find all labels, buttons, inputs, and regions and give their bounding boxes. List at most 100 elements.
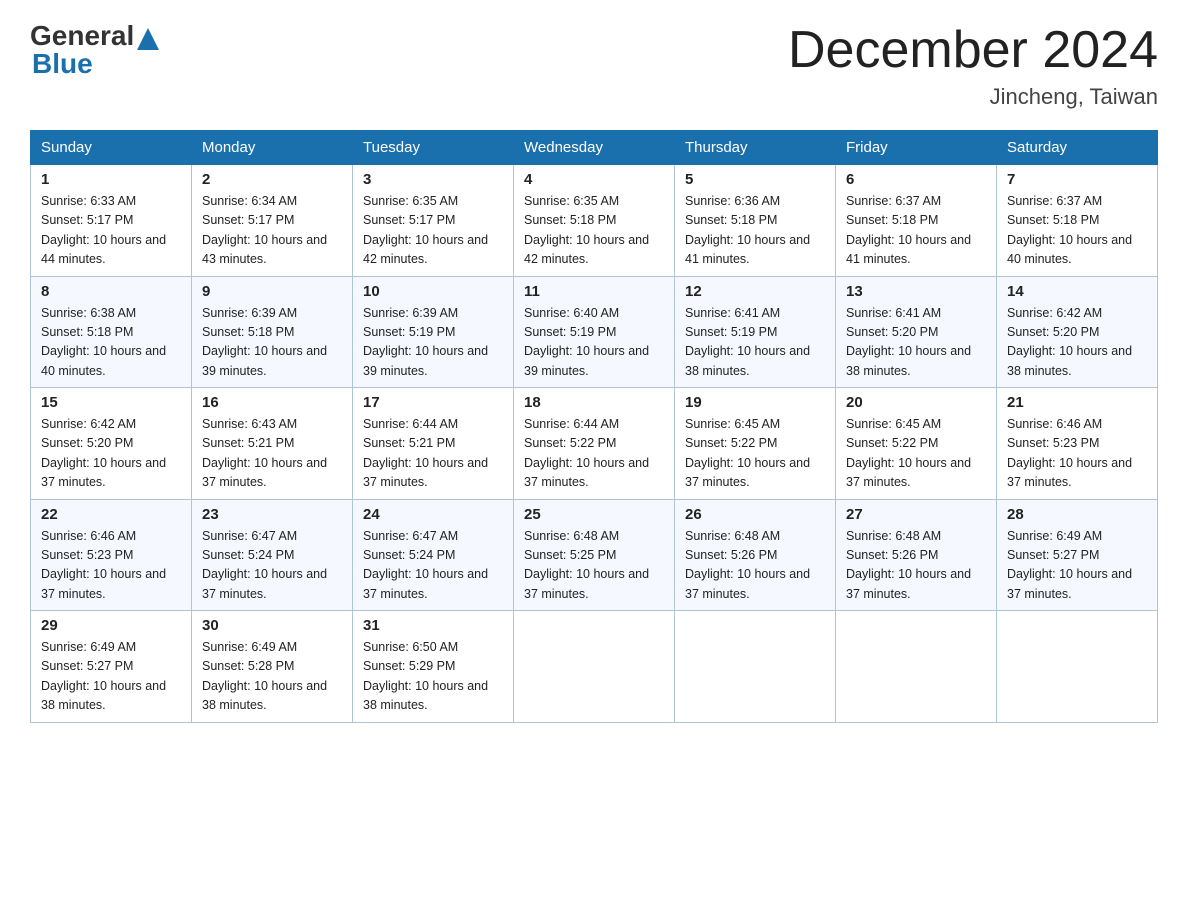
day-info: Sunrise: 6:37 AMSunset: 5:18 PMDaylight:… [1007, 192, 1147, 270]
day-info: Sunrise: 6:33 AMSunset: 5:17 PMDaylight:… [41, 192, 181, 270]
weekday-header-monday: Monday [192, 131, 353, 165]
day-info: Sunrise: 6:41 AMSunset: 5:19 PMDaylight:… [685, 304, 825, 382]
day-info: Sunrise: 6:38 AMSunset: 5:18 PMDaylight:… [41, 304, 181, 382]
day-info: Sunrise: 6:40 AMSunset: 5:19 PMDaylight:… [524, 304, 664, 382]
calendar-cell: 1 Sunrise: 6:33 AMSunset: 5:17 PMDayligh… [31, 165, 192, 277]
calendar-cell: 23 Sunrise: 6:47 AMSunset: 5:24 PMDaylig… [192, 499, 353, 611]
day-number: 26 [685, 506, 825, 523]
calendar-cell: 25 Sunrise: 6:48 AMSunset: 5:25 PMDaylig… [514, 499, 675, 611]
calendar-week-3: 15 Sunrise: 6:42 AMSunset: 5:20 PMDaylig… [31, 388, 1158, 500]
calendar-cell: 22 Sunrise: 6:46 AMSunset: 5:23 PMDaylig… [31, 499, 192, 611]
weekday-header-friday: Friday [836, 131, 997, 165]
day-number: 29 [41, 617, 181, 634]
day-info: Sunrise: 6:35 AMSunset: 5:17 PMDaylight:… [363, 192, 503, 270]
calendar-cell: 14 Sunrise: 6:42 AMSunset: 5:20 PMDaylig… [997, 276, 1158, 388]
day-number: 4 [524, 171, 664, 188]
day-info: Sunrise: 6:45 AMSunset: 5:22 PMDaylight:… [846, 415, 986, 493]
calendar-week-4: 22 Sunrise: 6:46 AMSunset: 5:23 PMDaylig… [31, 499, 1158, 611]
day-number: 24 [363, 506, 503, 523]
calendar-cell: 19 Sunrise: 6:45 AMSunset: 5:22 PMDaylig… [675, 388, 836, 500]
calendar-cell: 17 Sunrise: 6:44 AMSunset: 5:21 PMDaylig… [353, 388, 514, 500]
day-number: 13 [846, 283, 986, 300]
day-info: Sunrise: 6:46 AMSunset: 5:23 PMDaylight:… [1007, 415, 1147, 493]
day-info: Sunrise: 6:48 AMSunset: 5:26 PMDaylight:… [846, 527, 986, 605]
day-number: 7 [1007, 171, 1147, 188]
calendar-cell: 31 Sunrise: 6:50 AMSunset: 5:29 PMDaylig… [353, 611, 514, 723]
calendar-header: SundayMondayTuesdayWednesdayThursdayFrid… [31, 131, 1158, 165]
day-number: 14 [1007, 283, 1147, 300]
day-number: 8 [41, 283, 181, 300]
weekday-header-wednesday: Wednesday [514, 131, 675, 165]
day-number: 10 [363, 283, 503, 300]
day-number: 3 [363, 171, 503, 188]
day-info: Sunrise: 6:43 AMSunset: 5:21 PMDaylight:… [202, 415, 342, 493]
calendar-cell: 5 Sunrise: 6:36 AMSunset: 5:18 PMDayligh… [675, 165, 836, 277]
calendar-cell: 20 Sunrise: 6:45 AMSunset: 5:22 PMDaylig… [836, 388, 997, 500]
calendar-cell: 8 Sunrise: 6:38 AMSunset: 5:18 PMDayligh… [31, 276, 192, 388]
day-number: 6 [846, 171, 986, 188]
day-info: Sunrise: 6:47 AMSunset: 5:24 PMDaylight:… [202, 527, 342, 605]
day-info: Sunrise: 6:47 AMSunset: 5:24 PMDaylight:… [363, 527, 503, 605]
day-number: 12 [685, 283, 825, 300]
calendar-cell [675, 611, 836, 723]
calendar-cell: 3 Sunrise: 6:35 AMSunset: 5:17 PMDayligh… [353, 165, 514, 277]
day-info: Sunrise: 6:35 AMSunset: 5:18 PMDaylight:… [524, 192, 664, 270]
weekday-header-saturday: Saturday [997, 131, 1158, 165]
day-info: Sunrise: 6:49 AMSunset: 5:28 PMDaylight:… [202, 638, 342, 716]
day-info: Sunrise: 6:48 AMSunset: 5:26 PMDaylight:… [685, 527, 825, 605]
day-number: 11 [524, 283, 664, 300]
day-info: Sunrise: 6:48 AMSunset: 5:25 PMDaylight:… [524, 527, 664, 605]
day-number: 17 [363, 394, 503, 411]
weekday-header-thursday: Thursday [675, 131, 836, 165]
calendar-week-1: 1 Sunrise: 6:33 AMSunset: 5:17 PMDayligh… [31, 165, 1158, 277]
day-number: 23 [202, 506, 342, 523]
day-number: 18 [524, 394, 664, 411]
calendar-cell: 13 Sunrise: 6:41 AMSunset: 5:20 PMDaylig… [836, 276, 997, 388]
day-number: 28 [1007, 506, 1147, 523]
calendar-cell: 2 Sunrise: 6:34 AMSunset: 5:17 PMDayligh… [192, 165, 353, 277]
calendar-cell: 24 Sunrise: 6:47 AMSunset: 5:24 PMDaylig… [353, 499, 514, 611]
calendar-cell: 11 Sunrise: 6:40 AMSunset: 5:19 PMDaylig… [514, 276, 675, 388]
day-info: Sunrise: 6:44 AMSunset: 5:22 PMDaylight:… [524, 415, 664, 493]
day-info: Sunrise: 6:44 AMSunset: 5:21 PMDaylight:… [363, 415, 503, 493]
calendar-cell: 28 Sunrise: 6:49 AMSunset: 5:27 PMDaylig… [997, 499, 1158, 611]
calendar-cell: 12 Sunrise: 6:41 AMSunset: 5:19 PMDaylig… [675, 276, 836, 388]
calendar-cell: 6 Sunrise: 6:37 AMSunset: 5:18 PMDayligh… [836, 165, 997, 277]
day-info: Sunrise: 6:49 AMSunset: 5:27 PMDaylight:… [41, 638, 181, 716]
day-number: 20 [846, 394, 986, 411]
weekday-header-tuesday: Tuesday [353, 131, 514, 165]
calendar-body: 1 Sunrise: 6:33 AMSunset: 5:17 PMDayligh… [31, 165, 1158, 723]
calendar-cell: 10 Sunrise: 6:39 AMSunset: 5:19 PMDaylig… [353, 276, 514, 388]
calendar-cell: 4 Sunrise: 6:35 AMSunset: 5:18 PMDayligh… [514, 165, 675, 277]
day-number: 22 [41, 506, 181, 523]
day-info: Sunrise: 6:37 AMSunset: 5:18 PMDaylight:… [846, 192, 986, 270]
logo-blue-text: Blue [32, 48, 159, 80]
calendar-week-5: 29 Sunrise: 6:49 AMSunset: 5:27 PMDaylig… [31, 611, 1158, 723]
calendar-cell: 21 Sunrise: 6:46 AMSunset: 5:23 PMDaylig… [997, 388, 1158, 500]
day-info: Sunrise: 6:42 AMSunset: 5:20 PMDaylight:… [1007, 304, 1147, 382]
day-number: 27 [846, 506, 986, 523]
calendar-cell: 30 Sunrise: 6:49 AMSunset: 5:28 PMDaylig… [192, 611, 353, 723]
day-info: Sunrise: 6:50 AMSunset: 5:29 PMDaylight:… [363, 638, 503, 716]
day-info: Sunrise: 6:39 AMSunset: 5:19 PMDaylight:… [363, 304, 503, 382]
day-number: 31 [363, 617, 503, 634]
calendar-table: SundayMondayTuesdayWednesdayThursdayFrid… [30, 130, 1158, 723]
day-info: Sunrise: 6:34 AMSunset: 5:17 PMDaylight:… [202, 192, 342, 270]
calendar-cell: 16 Sunrise: 6:43 AMSunset: 5:21 PMDaylig… [192, 388, 353, 500]
logo: General Blue [30, 20, 159, 80]
day-number: 9 [202, 283, 342, 300]
page-header: General Blue December 2024 Jincheng, Tai… [30, 20, 1158, 110]
day-info: Sunrise: 6:49 AMSunset: 5:27 PMDaylight:… [1007, 527, 1147, 605]
day-info: Sunrise: 6:36 AMSunset: 5:18 PMDaylight:… [685, 192, 825, 270]
day-number: 1 [41, 171, 181, 188]
day-number: 2 [202, 171, 342, 188]
calendar-cell [836, 611, 997, 723]
day-number: 25 [524, 506, 664, 523]
day-number: 16 [202, 394, 342, 411]
page-title: December 2024 [788, 20, 1158, 80]
page-subtitle: Jincheng, Taiwan [788, 84, 1158, 110]
day-number: 21 [1007, 394, 1147, 411]
weekday-header-sunday: Sunday [31, 131, 192, 165]
title-block: December 2024 Jincheng, Taiwan [788, 20, 1158, 110]
calendar-cell: 7 Sunrise: 6:37 AMSunset: 5:18 PMDayligh… [997, 165, 1158, 277]
